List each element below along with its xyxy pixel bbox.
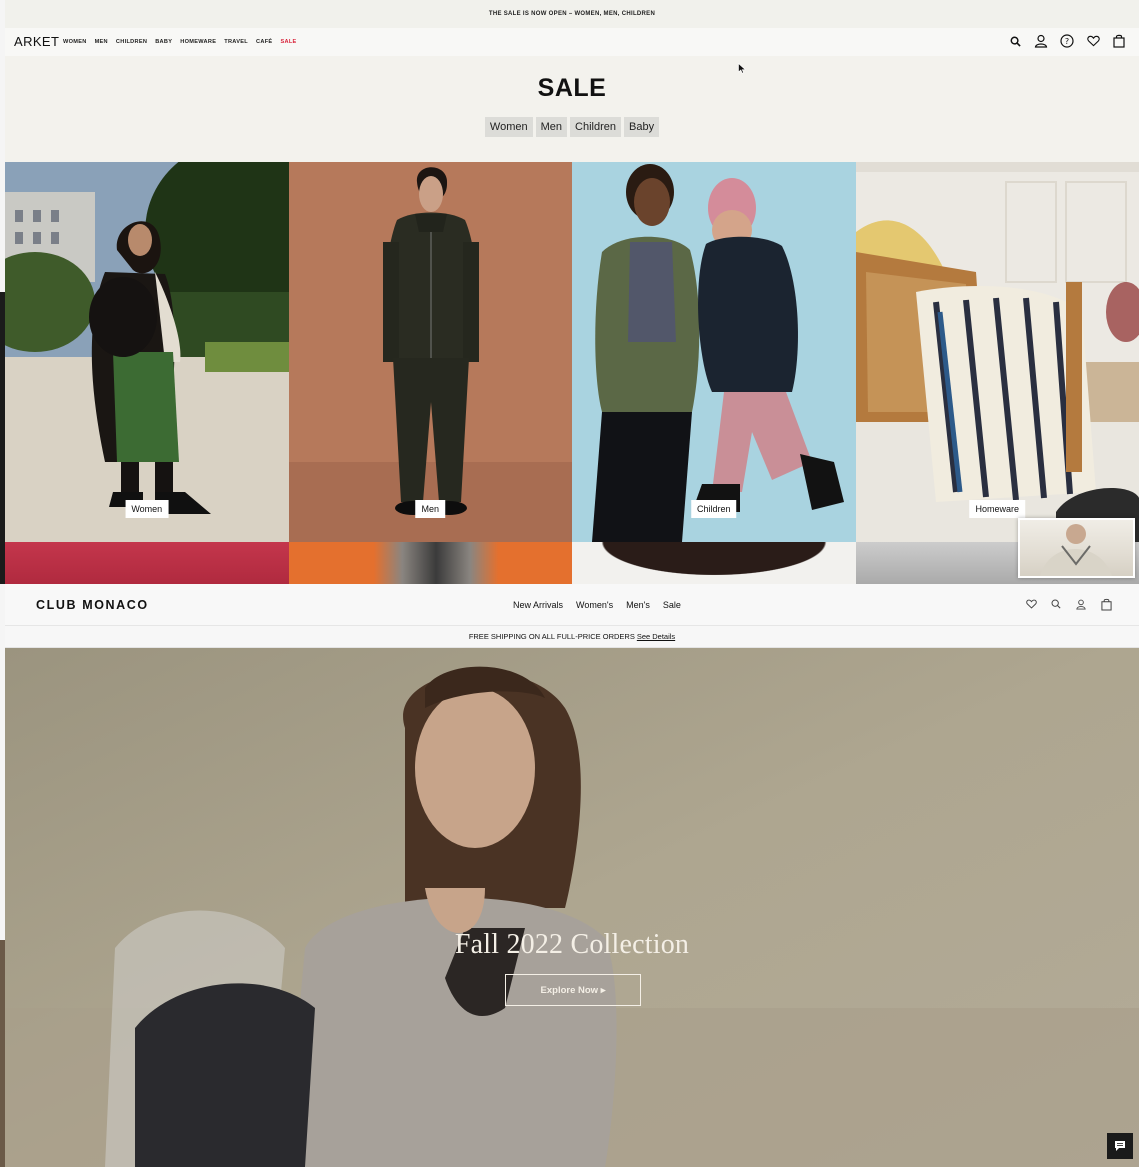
arket-window: THE SALE IS NOW OPEN – WOMEN, MEN, CHILD… [5, 0, 1139, 584]
search-icon[interactable] [1050, 597, 1062, 611]
explore-now-button[interactable]: Explore Now ▸ [505, 974, 641, 1006]
menu-item-travel[interactable]: TRAVEL [224, 39, 248, 45]
category-tile-children[interactable]: Children [572, 162, 856, 542]
cm-menu-mens[interactable]: Men's [626, 600, 650, 610]
shipping-text: FREE SHIPPING ON ALL FULL-PRICE ORDERS [468, 632, 635, 641]
category-grid: Women Men Children Homeware [5, 162, 1139, 542]
shipping-banner: FREE SHIPPING ON ALL FULL-PRICE ORDERS S… [5, 626, 1139, 648]
menu-item-children[interactable]: CHILDREN [116, 39, 147, 45]
category-tile-homeware[interactable]: Homeware [855, 162, 1139, 542]
chat-icon [1115, 1141, 1125, 1151]
menu-item-cafe[interactable]: CAFÉ [256, 39, 272, 45]
category-grid-row-2 [5, 542, 1139, 584]
cm-menu-womens[interactable]: Women's [576, 600, 613, 610]
arket-logo[interactable]: ARKET [14, 34, 59, 49]
category-tile-row2-3[interactable] [572, 542, 856, 584]
bag-icon[interactable] [1111, 33, 1127, 49]
cm-hero: Fall 2022 Collection Explore Now ▸ [5, 648, 1139, 1167]
arket-nav: ARKET WOMEN MEN CHILDREN BABY HOMEWARE T… [5, 28, 1139, 56]
see-details-link[interactable]: See Details [637, 632, 675, 641]
menu-item-men[interactable]: MEN [95, 39, 108, 45]
cm-menu-sale[interactable]: Sale [663, 600, 681, 610]
category-tile-women[interactable]: Women [5, 162, 289, 542]
heart-icon[interactable] [1025, 597, 1037, 611]
menu-item-baby[interactable]: BABY [155, 39, 172, 45]
bag-icon[interactable] [1100, 597, 1112, 611]
arket-menu: WOMEN MEN CHILDREN BABY HOMEWARE TRAVEL … [63, 39, 297, 45]
pip-thumbnail [1040, 524, 1112, 576]
announcement-bar[interactable]: THE SALE IS NOW OPEN – WOMEN, MEN, CHILD… [5, 0, 1139, 28]
clubmonaco-window: CLUB MONACO New Arrivals Women's Men's S… [5, 584, 1139, 1167]
category-tile-row2-2[interactable] [288, 542, 572, 584]
children-photo [572, 162, 856, 542]
cm-menu-new-arrivals[interactable]: New Arrivals [513, 600, 563, 610]
account-icon[interactable] [1075, 597, 1087, 611]
hero-photo [5, 648, 1139, 1167]
tab-men[interactable]: Men [535, 117, 568, 137]
menu-item-homeware[interactable]: HOMEWARE [180, 39, 216, 45]
category-label-men: Men [415, 500, 446, 518]
men-photo [288, 162, 572, 542]
cm-header-icons [1025, 597, 1112, 611]
women-photo [5, 162, 289, 542]
category-label-children: Children [690, 500, 737, 518]
homeware-photo [855, 162, 1139, 542]
sale-title: SALE [537, 74, 607, 102]
category-label-homeware: Homeware [969, 500, 1026, 518]
tab-children[interactable]: Children [570, 117, 621, 137]
svg-text:?: ? [1065, 37, 1069, 46]
sale-category-tabs: Women Men Children Baby [5, 117, 1139, 137]
tab-baby[interactable]: Baby [624, 117, 660, 137]
picture-in-picture-video[interactable] [1018, 518, 1135, 578]
heart-icon[interactable] [1085, 33, 1101, 49]
account-icon[interactable] [1033, 33, 1049, 49]
menu-item-sale[interactable]: SALE [280, 39, 296, 45]
hero-title: Fall 2022 Collection [454, 929, 690, 960]
page: THE SALE IS NOW OPEN – WOMEN, MEN, CHILD… [0, 0, 1139, 1167]
tab-women[interactable]: Women [484, 117, 533, 137]
chat-button[interactable] [1107, 1133, 1133, 1159]
cm-logo[interactable]: CLUB MONACO [36, 598, 149, 612]
search-icon[interactable] [1007, 33, 1023, 49]
category-tile-men[interactable]: Men [288, 162, 572, 542]
cm-menu: New Arrivals Women's Men's Sale [513, 600, 681, 610]
category-tile-row2-1[interactable] [5, 542, 289, 584]
category-label-women: Women [125, 500, 169, 518]
cm-header: CLUB MONACO New Arrivals Women's Men's S… [5, 584, 1139, 626]
help-icon[interactable]: ? [1059, 33, 1075, 49]
arket-nav-icons: ? [1007, 33, 1127, 49]
menu-item-women[interactable]: WOMEN [63, 39, 87, 45]
